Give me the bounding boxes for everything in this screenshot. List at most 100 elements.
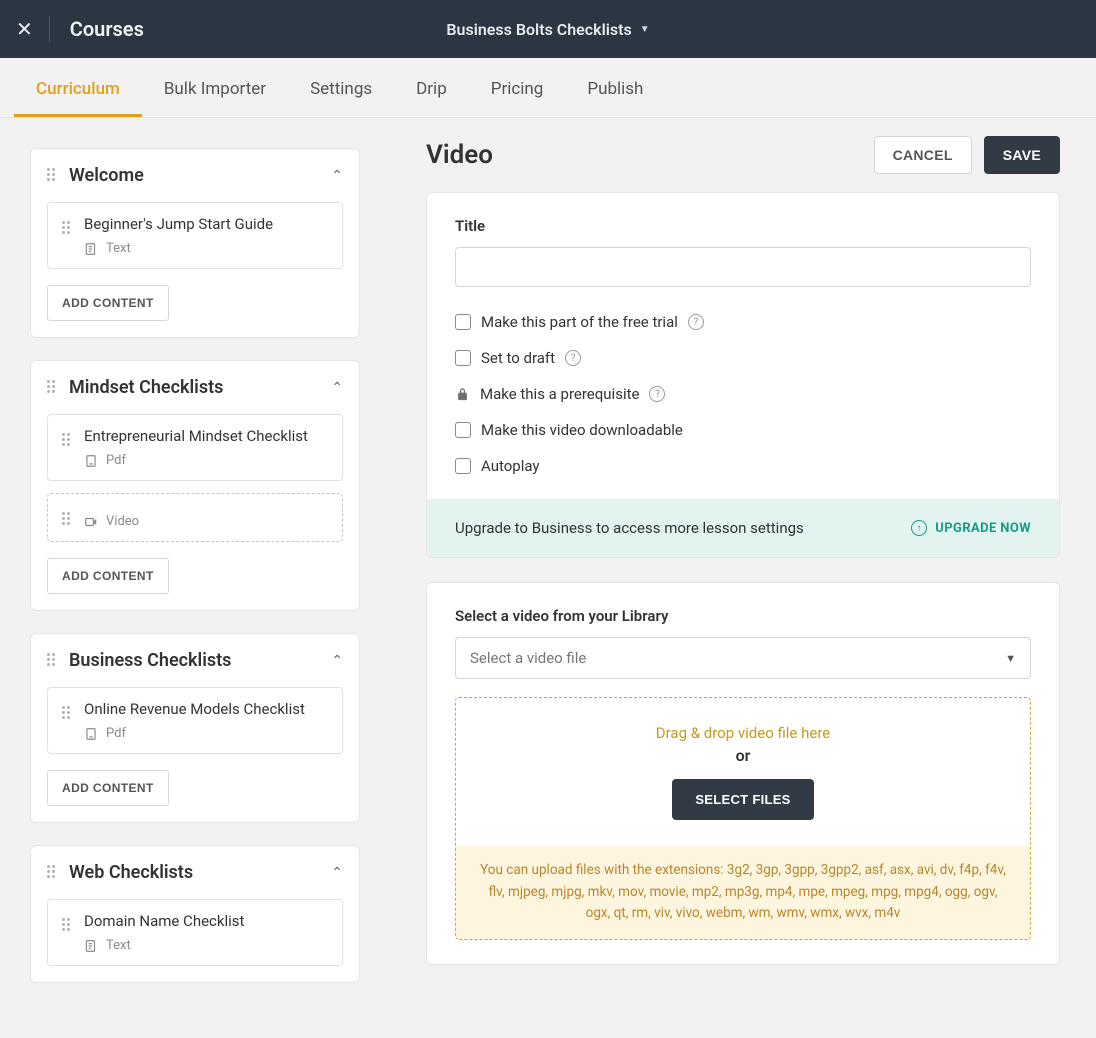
chapter-header[interactable]: Web Checklists ⌃ <box>47 862 343 883</box>
caret-down-icon: ▼ <box>640 24 650 35</box>
tab-settings[interactable]: Settings <box>310 63 372 117</box>
option-autoplay[interactable]: Autoplay <box>455 457 1031 475</box>
chapter-header[interactable]: Business Checklists ⌃ <box>47 650 343 671</box>
cancel-button[interactable]: CANCEL <box>874 136 972 174</box>
lesson-editor: Video CANCEL SAVE Title Make this part o… <box>390 118 1096 1038</box>
chapter-card: Web Checklists ⌃ Domain Name Checklist Text <box>30 845 360 983</box>
course-tabs: Curriculum Bulk Importer Settings Drip Prici… <box>0 58 1096 118</box>
title-label: Title <box>455 217 1031 235</box>
checkbox[interactable] <box>455 350 471 366</box>
topbar: ✕ Courses Business Bolts Checklists ▼ <box>0 0 1096 58</box>
chevron-up-icon[interactable]: ⌃ <box>331 380 343 396</box>
video-dropzone[interactable]: Drag & drop video file here or SELECT FI… <box>455 697 1031 940</box>
lesson-type: Pdf <box>84 726 328 741</box>
drag-handle-icon[interactable] <box>47 168 57 184</box>
option-downloadable[interactable]: Make this video downloadable <box>455 421 1031 439</box>
chevron-up-icon[interactable]: ⌃ <box>331 168 343 184</box>
checkbox[interactable] <box>455 314 471 330</box>
help-icon[interactable]: ? <box>565 350 581 366</box>
chevron-up-icon[interactable]: ⌃ <box>331 865 343 881</box>
drag-handle-icon[interactable] <box>62 918 72 934</box>
drag-handle-icon[interactable] <box>62 706 72 722</box>
upgrade-message: Upgrade to Business to access more lesso… <box>455 519 804 537</box>
course-name: Business Bolts Checklists <box>446 20 631 39</box>
upgrade-now-link[interactable]: ↑ UPGRADE NOW <box>911 520 1031 536</box>
drag-handle-icon[interactable] <box>47 653 57 669</box>
drag-handle-icon[interactable] <box>62 221 72 237</box>
video-card: Select a video from your Library Select … <box>426 582 1060 965</box>
lesson-item[interactable]: Beginner's Jump Start Guide Text <box>47 202 343 269</box>
option-prerequisite: Make this a prerequisite ? <box>455 385 1031 403</box>
chapter-card: Business Checklists ⌃ Online Revenue Model… <box>30 633 360 823</box>
save-button[interactable]: SAVE <box>984 136 1060 174</box>
select-files-button[interactable]: SELECT FILES <box>672 779 813 820</box>
drag-handle-icon[interactable] <box>62 512 72 528</box>
help-icon[interactable]: ? <box>649 386 665 402</box>
video-icon <box>84 515 98 529</box>
lesson-item[interactable]: Video <box>47 493 343 542</box>
lesson-item[interactable]: Entrepreneurial Mindset Checklist Pdf <box>47 414 343 481</box>
dropzone-or: or <box>476 746 1010 765</box>
chapter-card: Mindset Checklists ⌃ Entrepreneurial Minds… <box>30 360 360 611</box>
title-input[interactable] <box>455 247 1031 287</box>
lesson-item[interactable]: Online Revenue Models Checklist Pdf <box>47 687 343 754</box>
select-placeholder: Select a video file <box>470 649 586 667</box>
chapter-title: Mindset Checklists <box>69 377 319 398</box>
chapter-title: Business Checklists <box>69 650 319 671</box>
chapter-card: Welcome ⌃ Beginner's Jump Start Guide Text A… <box>30 148 360 338</box>
option-draft[interactable]: Set to draft ? <box>455 349 1031 367</box>
pdf-icon <box>84 454 98 468</box>
tab-publish[interactable]: Publish <box>587 63 643 117</box>
settings-card: Title Make this part of the free trial ?… <box>426 192 1060 558</box>
lock-icon <box>455 387 470 402</box>
caret-down-icon: ▼ <box>1005 652 1016 665</box>
drag-handle-icon[interactable] <box>47 380 57 396</box>
divider <box>49 16 50 42</box>
lesson-type: Text <box>84 938 328 953</box>
upgrade-bar: Upgrade to Business to access more lesso… <box>427 499 1059 557</box>
tab-bulk-importer[interactable]: Bulk Importer <box>164 63 266 117</box>
curriculum-sidebar: Welcome ⌃ Beginner's Jump Start Guide Text A… <box>0 118 390 1038</box>
checkbox[interactable] <box>455 458 471 474</box>
chapter-title: Welcome <box>69 165 319 186</box>
tab-curriculum[interactable]: Curriculum <box>36 63 120 117</box>
chapter-header[interactable]: Mindset Checklists ⌃ <box>47 377 343 398</box>
checkbox[interactable] <box>455 422 471 438</box>
lesson-title: Online Revenue Models Checklist <box>84 700 328 718</box>
pdf-icon <box>84 727 98 741</box>
drag-handle-icon[interactable] <box>47 865 57 881</box>
chapter-title: Web Checklists <box>69 862 319 883</box>
drag-handle-icon[interactable] <box>62 433 72 449</box>
option-label: Set to draft <box>481 349 555 367</box>
text-icon <box>84 939 98 953</box>
arrow-up-circle-icon: ↑ <box>911 520 927 536</box>
add-content-button[interactable]: ADD CONTENT <box>47 558 169 594</box>
lesson-title: Domain Name Checklist <box>84 912 328 930</box>
formats-note: You can upload files with the extensions… <box>456 846 1030 939</box>
option-free-trial[interactable]: Make this part of the free trial ? <box>455 313 1031 331</box>
course-dropdown[interactable]: Business Bolts Checklists ▼ <box>446 20 649 39</box>
editor-heading: Video <box>426 140 493 170</box>
option-label: Autoplay <box>481 457 540 475</box>
dropzone-text: Drag & drop video file here <box>476 724 1010 742</box>
option-label: Make this a prerequisite <box>480 385 639 403</box>
lesson-type: Text <box>84 241 328 256</box>
lesson-title: Beginner's Jump Start Guide <box>84 215 328 233</box>
option-label: Make this video downloadable <box>481 421 683 439</box>
add-content-button[interactable]: ADD CONTENT <box>47 285 169 321</box>
chevron-up-icon[interactable]: ⌃ <box>331 653 343 669</box>
chapter-header[interactable]: Welcome ⌃ <box>47 165 343 186</box>
lesson-title: Entrepreneurial Mindset Checklist <box>84 427 328 445</box>
help-icon[interactable]: ? <box>688 314 704 330</box>
tab-pricing[interactable]: Pricing <box>491 63 544 117</box>
video-select[interactable]: Select a video file ▼ <box>455 637 1031 679</box>
add-content-button[interactable]: ADD CONTENT <box>47 770 169 806</box>
close-icon[interactable]: ✕ <box>16 17 33 41</box>
text-icon <box>84 242 98 256</box>
lesson-type: Pdf <box>84 453 328 468</box>
lesson-item[interactable]: Domain Name Checklist Text <box>47 899 343 966</box>
lesson-type: Video <box>84 514 328 529</box>
option-label: Make this part of the free trial <box>481 313 678 331</box>
library-label: Select a video from your Library <box>455 607 1031 625</box>
tab-drip[interactable]: Drip <box>416 63 447 117</box>
